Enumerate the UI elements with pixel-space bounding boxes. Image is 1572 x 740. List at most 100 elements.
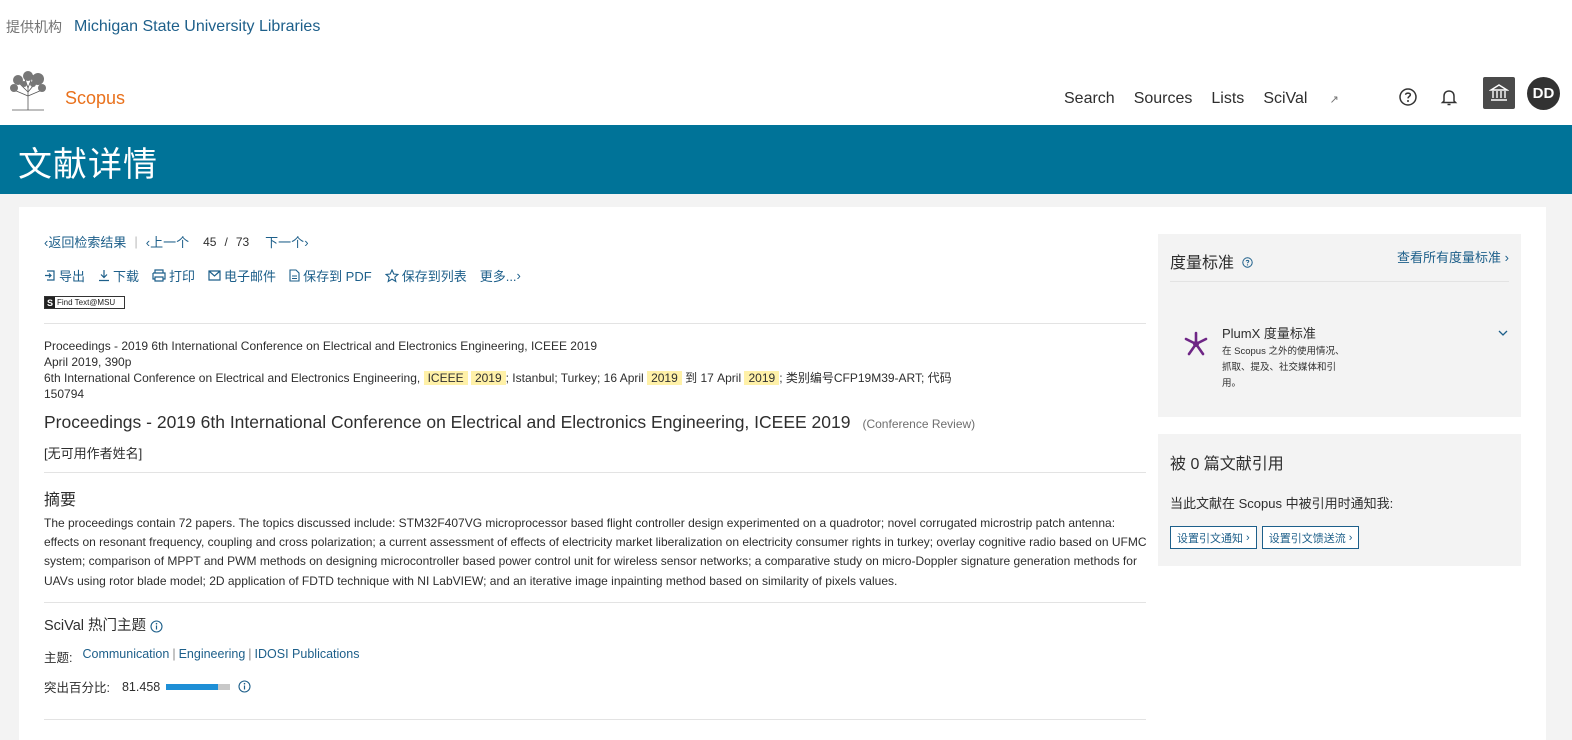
institution-button[interactable] (1483, 77, 1515, 109)
document-title: Proceedings - 2019 6th International Con… (44, 412, 851, 432)
topic-row: 主题: Communication | Engineering | IDOSI … (44, 647, 359, 666)
set-citation-alert-button[interactable]: 设置引文通知 › (1170, 526, 1257, 549)
print-icon (152, 269, 166, 282)
save-pdf-action[interactable]: 保存到 PDF (289, 266, 372, 285)
source-title-line: Proceedings - 2019 6th International Con… (44, 339, 598, 353)
document-actions: 导出 下载 打印 电子邮件 保存到 PDF 保存到列表 更多... › (44, 266, 534, 285)
prominence-row: 突出百分比: 81.458 (44, 677, 251, 696)
source-info: Proceedings - 2019 6th International Con… (44, 338, 964, 402)
institution-label: 提供机构 (6, 19, 62, 35)
elsevier-tree-logo[interactable] (6, 70, 50, 112)
document-title-row: Proceedings - 2019 6th International Con… (44, 412, 975, 433)
metrics-heading-row: 度量标准 (1170, 249, 1253, 273)
view-all-label: 查看所有度量标准 (1397, 250, 1502, 265)
citation-buttons: 设置引文通知 › 设置引文馈送流 › (1170, 526, 1360, 549)
bell-icon[interactable] (1439, 87, 1459, 107)
index-slash: / (224, 234, 228, 249)
back-label: 返回检索结果 (48, 235, 127, 250)
total-count: 73 (235, 234, 250, 249)
save-to-list-action[interactable]: 保存到列表 (384, 266, 467, 285)
metrics-heading: 度量标准 (1170, 255, 1235, 272)
chevron-down-icon[interactable] (1497, 327, 1509, 339)
export-label: 导出 (59, 269, 86, 284)
citation-alert-description: 当此文献在 Scopus 中被引用时通知我: (1170, 496, 1394, 511)
institution-icon (1489, 84, 1509, 101)
more-label: 更多... (479, 269, 517, 284)
document-type: (Conference Review) (862, 417, 976, 431)
divider (1170, 281, 1509, 282)
view-all-metrics-link[interactable]: 查看所有度量标准 › (1397, 247, 1509, 266)
highlight-term: ICEEE (423, 371, 468, 385)
conference-end-date: 到 17 April (685, 371, 742, 385)
page-banner: 文献详情 (0, 125, 1572, 194)
divider (44, 602, 1146, 603)
next-link[interactable]: 下一个› (265, 232, 308, 251)
info-icon[interactable] (150, 619, 163, 633)
more-actions[interactable]: 更多... › (480, 266, 521, 285)
star-icon (384, 268, 399, 283)
email-label: 电子邮件 (224, 269, 277, 284)
print-action[interactable]: 打印 (152, 266, 195, 285)
abstract-text: The proceedings contain 72 papers. The t… (44, 516, 1147, 588)
plumx-description: 在 Scopus 之外的使用情况、抓取、提及、社交媒体和引用。 (1222, 346, 1345, 389)
plumx-title: PlumX 度量标准 (1222, 326, 1316, 341)
export-icon (45, 270, 55, 281)
conference-location: ; Istanbul; Turkey; 16 April (505, 371, 644, 385)
set-citation-feed-button[interactable]: 设置引文馈送流 › (1261, 526, 1360, 549)
nav-scival[interactable]: SciVal ↗ (1263, 90, 1357, 108)
conference-name: 6th International Conference on Electric… (44, 371, 421, 385)
citation-alert-label: 设置引文通知 (1177, 532, 1243, 545)
page-title: 文献详情 (18, 146, 158, 184)
current-index: 45 (203, 234, 217, 249)
topic-link[interactable]: IDOSI Publications (255, 647, 360, 666)
prominence-label: 突出百分比: (44, 681, 110, 695)
export-action[interactable]: 导出 (44, 266, 85, 285)
email-action[interactable]: 电子邮件 (208, 266, 276, 285)
source-date-line: April 2019, 390p (44, 355, 132, 369)
download-icon (99, 270, 110, 282)
email-icon (208, 270, 221, 281)
scival-topic-heading: SciVal 热门主题 (44, 614, 163, 635)
topic-label: 主题: (44, 651, 73, 665)
download-label: 下载 (113, 269, 140, 284)
highlight-term: 2019 (647, 371, 682, 385)
user-avatar[interactable]: DD (1527, 77, 1560, 110)
institution-bar: 提供机构 Michigan State University Libraries (6, 16, 320, 38)
download-action[interactable]: 下载 (98, 266, 139, 285)
abstract-heading: 摘要 (44, 492, 77, 509)
conference-line: 6th International Conference on Electric… (44, 370, 964, 402)
author-list: [无可用作者姓名] (44, 446, 143, 461)
next-label: 下一个 (265, 235, 305, 250)
divider (44, 323, 1146, 324)
nav-scival-label: SciVal (1263, 90, 1308, 107)
previous-link[interactable]: ‹上一个 (146, 232, 189, 251)
nav-lists[interactable]: Lists (1211, 90, 1244, 108)
institution-link[interactable]: Michigan State University Libraries (74, 18, 320, 36)
result-navigation: ‹返回检索结果 | ‹上一个 45 / 73 下一个› (44, 232, 309, 251)
help-icon[interactable] (1398, 87, 1418, 107)
topic-link[interactable]: Communication (82, 647, 169, 666)
save-pdf-label: 保存到 PDF (303, 269, 372, 284)
scopus-brand[interactable]: Scopus (65, 88, 125, 109)
nav-search[interactable]: Search (1064, 90, 1115, 108)
help-icon[interactable] (1242, 256, 1253, 268)
main-nav: Search Sources Lists SciVal ↗ (1064, 90, 1377, 108)
plumx-icon (1184, 331, 1208, 356)
nav-sources[interactable]: Sources (1134, 90, 1193, 108)
divider (44, 719, 1146, 720)
find-text-button[interactable]: S Find Text@MSU (44, 296, 125, 309)
back-to-results-link[interactable]: ‹返回检索结果 (44, 232, 126, 251)
scival-topic-title: SciVal 热门主题 (44, 618, 147, 634)
citation-feed-label: 设置引文馈送流 (1268, 532, 1346, 545)
topic-link[interactable]: Engineering (179, 647, 246, 666)
prominence-bar-fill (166, 683, 219, 690)
cited-by-heading: 被 0 篇文献引用 (1170, 456, 1284, 473)
print-label: 打印 (169, 269, 196, 284)
top-header: Scopus Search Sources Lists SciVal ↗ DD (0, 68, 1572, 124)
topic-separator: | (248, 647, 252, 661)
pdf-icon (289, 269, 300, 282)
divider: | (134, 234, 138, 249)
topic-separator: | (172, 647, 176, 661)
highlight-term: 2019 (470, 371, 506, 385)
info-icon[interactable] (238, 680, 251, 693)
